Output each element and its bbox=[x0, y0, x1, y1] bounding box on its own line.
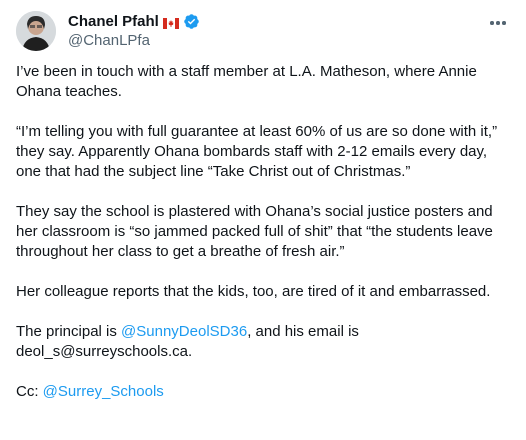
more-dot-icon bbox=[502, 21, 506, 25]
mention-link[interactable]: @Surrey_Schools bbox=[43, 383, 164, 400]
tweet-paragraph: Cc: @Surrey_Schools bbox=[16, 382, 514, 402]
more-options-button[interactable] bbox=[486, 11, 510, 35]
mention-link[interactable]: @SunnyDeolSD36 bbox=[121, 323, 247, 340]
tweet-card: Chanel Pfahl @ChanLPfa I’ve been in touc… bbox=[0, 0, 526, 440]
verified-badge-icon bbox=[183, 13, 200, 30]
avatar-image bbox=[16, 11, 56, 51]
author-handle[interactable]: @ChanLPfa bbox=[68, 31, 200, 51]
tweet-paragraph: I’ve been in touch with a staff member a… bbox=[16, 63, 477, 100]
author-display-name[interactable]: Chanel Pfahl bbox=[68, 13, 159, 30]
author-names: Chanel Pfahl @ChanLPfa bbox=[68, 11, 200, 51]
more-dot-icon bbox=[496, 21, 500, 25]
name-row: Chanel Pfahl bbox=[68, 11, 200, 31]
tweet-paragraph: The principal is @SunnyDeolSD36, and his… bbox=[16, 322, 514, 362]
paragraph-text: The principal is bbox=[16, 323, 122, 340]
paragraph-text: Cc: bbox=[16, 383, 43, 400]
tweet-header: Chanel Pfahl @ChanLPfa bbox=[16, 11, 510, 51]
tweet-paragraph: They say the school is plastered with Oh… bbox=[16, 203, 493, 260]
more-dot-icon bbox=[490, 21, 494, 25]
canada-flag-icon bbox=[162, 16, 179, 29]
tweet-paragraph: “I’m telling you with full guarantee at … bbox=[16, 123, 498, 180]
avatar[interactable] bbox=[16, 11, 56, 51]
tweet-paragraph: Her colleague reports that the kids, too… bbox=[16, 283, 491, 300]
tweet-text: I’ve been in touch with a staff member a… bbox=[16, 62, 514, 422]
